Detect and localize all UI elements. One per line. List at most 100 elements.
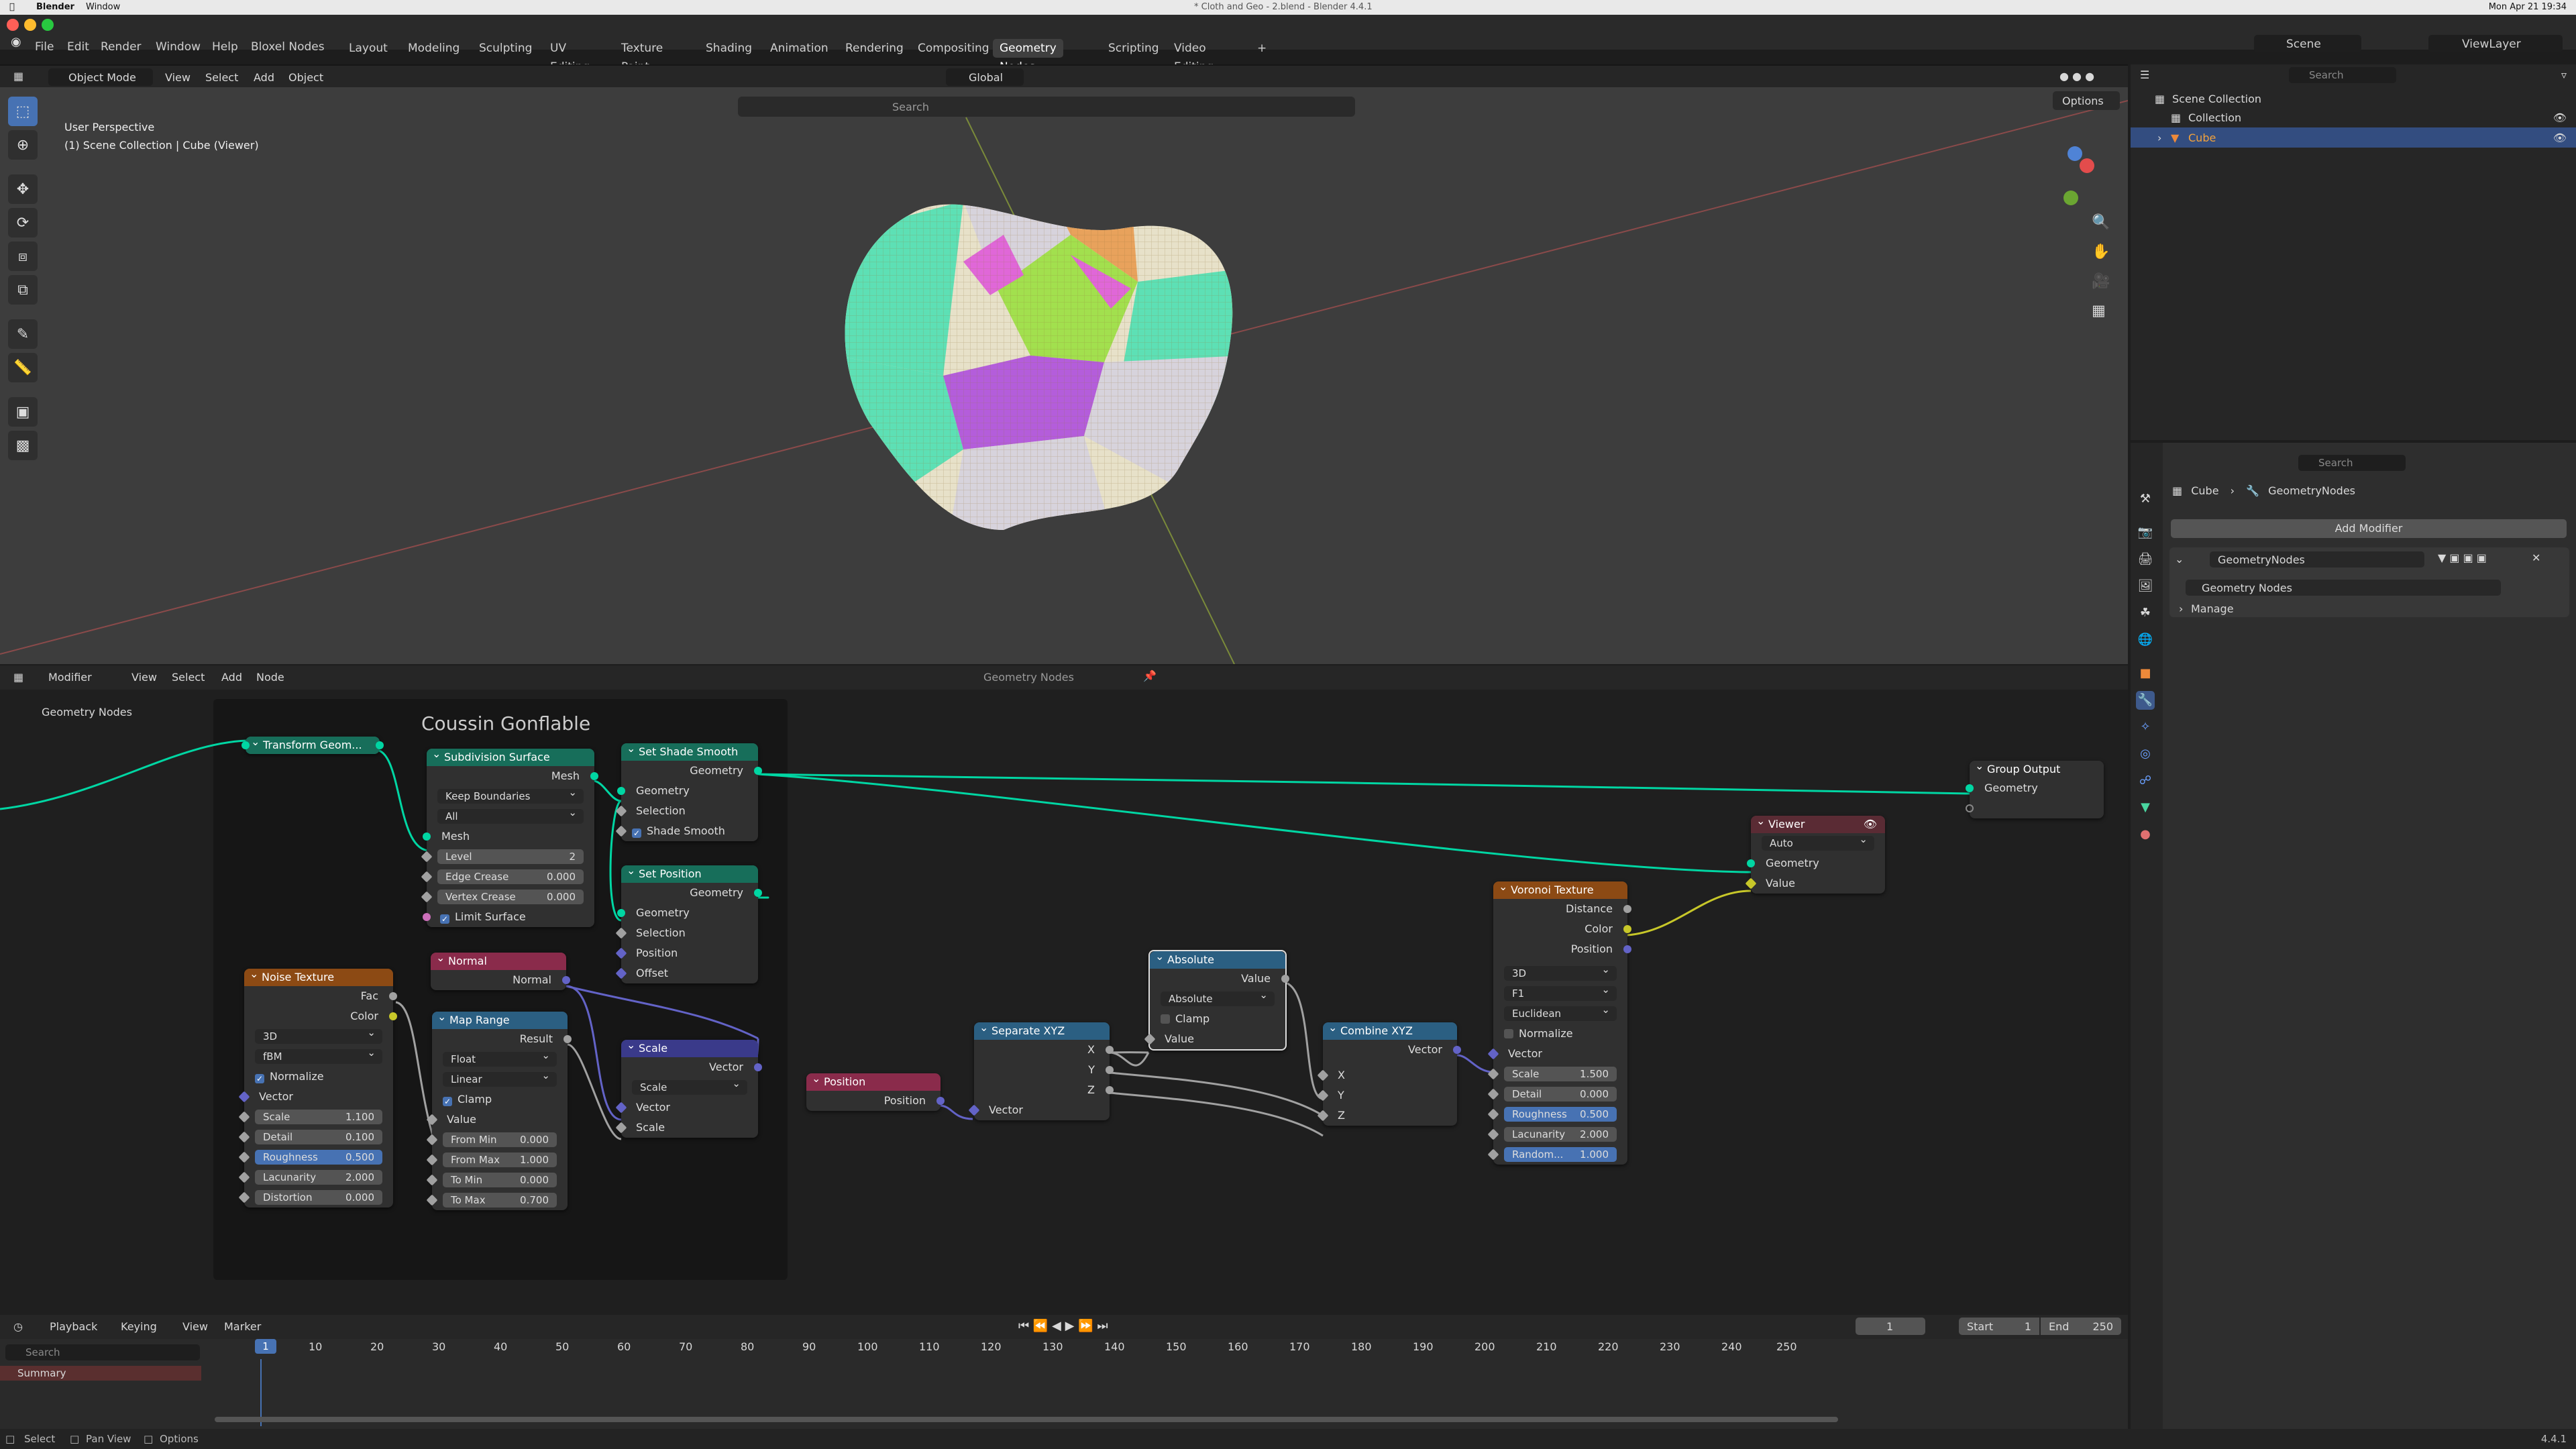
noise-scale-field[interactable]: 1.100	[345, 1110, 374, 1124]
constraints-tab-icon[interactable]: ☍	[2136, 771, 2155, 790]
cursor-tool-icon[interactable]: ⊕	[8, 130, 38, 160]
voronoi-header[interactable]: Voronoi Texture	[1493, 878, 1627, 899]
filter-icon[interactable]: ▿	[2561, 68, 2567, 81]
noise-color-socket[interactable]	[389, 1012, 397, 1020]
node-menu-add[interactable]: Add	[221, 671, 242, 684]
tab-layout[interactable]: Layout	[342, 39, 394, 58]
maprange-from-max-field[interactable]: 1.000	[520, 1152, 549, 1167]
noise-detail-field[interactable]: 0.100	[345, 1130, 374, 1144]
timeline-menu-view[interactable]: View	[182, 1320, 208, 1333]
subdiv-mesh-input-socket[interactable]	[423, 833, 431, 841]
object-mode-dropdown[interactable]: Object Mode	[48, 68, 153, 86]
node-menu-select[interactable]: Select	[172, 671, 205, 684]
group-output-node[interactable]: Group Output Geometry	[1966, 757, 2104, 818]
modifier-name-field[interactable]: GeometryNodes	[2210, 551, 2424, 568]
normal-node[interactable]: Normal Normal	[431, 949, 570, 990]
zoom-window-icon[interactable]	[42, 19, 54, 31]
menu-help[interactable]: Help	[212, 40, 238, 54]
current-frame-field[interactable]: 1	[1856, 1318, 1925, 1335]
voronoi-dimensions-dropdown[interactable]: 3D	[1504, 962, 1617, 981]
modifier-visibility-icons[interactable]: ▼ ▣ ▣ ▣	[2438, 551, 2487, 564]
outliner-row-cube[interactable]: › ▼ Cube 👁	[2131, 127, 2576, 148]
voronoi-metric-dropdown[interactable]: Euclidean	[1504, 1002, 1617, 1021]
measure-tool-icon[interactable]: 📏	[8, 353, 38, 382]
set-shade-smooth-node[interactable]: Set Shade Smooth Geometry Geometry Selec…	[615, 740, 762, 841]
modifier-close-icon[interactable]: ✕	[2532, 551, 2540, 564]
tab-sculpting[interactable]: Sculpting	[472, 39, 539, 58]
absolute-value-output-socket[interactable]	[1281, 975, 1289, 983]
shade-smooth-checkbox[interactable]: ✓ Shade Smooth	[615, 821, 758, 841]
minimize-window-icon[interactable]	[24, 19, 36, 31]
noise-distortion-field[interactable]: 0.000	[345, 1190, 374, 1205]
node-menu-view[interactable]: View	[131, 671, 157, 684]
voronoi-roughness-field[interactable]: 0.500	[1580, 1107, 1609, 1122]
voronoi-lacunarity-field[interactable]: 2.000	[1580, 1127, 1609, 1142]
node-group-selector[interactable]: Geometry Nodes	[2186, 580, 2501, 596]
scale-tool-icon[interactable]: ⧈	[8, 241, 38, 271]
viewport-menu-add[interactable]: Add	[254, 71, 274, 84]
setpos-geometry-input-socket[interactable]	[617, 909, 625, 917]
tab-animation[interactable]: Animation	[763, 39, 835, 58]
voronoi-color-socket[interactable]	[1623, 925, 1631, 933]
add-workspace-button[interactable]: +	[1250, 39, 1273, 58]
particles-tab-icon[interactable]: ✧	[2136, 718, 2155, 737]
expand-chevron-icon[interactable]: ›	[2157, 131, 2161, 144]
tab-uv-editing[interactable]: UV Editing	[543, 39, 596, 74]
noise-type-dropdown[interactable]: fBM	[255, 1045, 382, 1064]
tab-rendering[interactable]: Rendering	[839, 39, 910, 58]
noise-roughness-field[interactable]: 0.500	[345, 1150, 374, 1165]
noise-normalize-checkbox[interactable]: ✓ Normalize	[244, 1067, 393, 1087]
viewer-geometry-socket[interactable]	[1747, 859, 1755, 867]
separate-x-socket[interactable]	[1106, 1046, 1114, 1054]
node-editor-type-icon[interactable]: ▦	[13, 671, 23, 684]
transform-input-socket[interactable]	[241, 741, 250, 749]
physics-tab-icon[interactable]: ◎	[2136, 745, 2155, 763]
separate-header[interactable]: Separate XYZ	[974, 1019, 1110, 1040]
combine-header[interactable]: Combine XYZ	[1323, 1019, 1457, 1040]
end-frame-field[interactable]: End 250	[2041, 1318, 2121, 1335]
timeline-menu-marker[interactable]: Marker	[224, 1320, 261, 1333]
move-tool-icon[interactable]: ✥	[8, 174, 38, 204]
scale-operation-dropdown[interactable]: Scale	[632, 1076, 747, 1095]
voronoi-texture-node[interactable]: Voronoi Texture Distance Color Position …	[1487, 878, 1631, 1165]
position-node[interactable]: Position Position	[806, 1070, 945, 1111]
menu-edit[interactable]: Edit	[67, 40, 89, 54]
subdiv-limit-socket[interactable]	[423, 913, 431, 921]
viewer-domain-dropdown[interactable]: Auto	[1762, 832, 1874, 851]
view-layer-tab-icon[interactable]: 🖼	[2136, 577, 2155, 596]
shade-header[interactable]: Set Shade Smooth	[621, 740, 758, 761]
outliner-row-scene-collection[interactable]: ▦ Scene Collection	[2131, 89, 2576, 109]
node-tree-selector[interactable]: Geometry Nodes	[983, 671, 1074, 684]
voronoi-distance-socket[interactable]	[1623, 905, 1631, 913]
transform-tool-icon[interactable]: ⧉	[8, 275, 38, 305]
separate-y-socket[interactable]	[1106, 1066, 1114, 1074]
material-tab-icon[interactable]: ●	[2136, 825, 2155, 844]
maprange-to-min-field[interactable]: 0.000	[520, 1173, 549, 1187]
tab-texture-paint[interactable]: Texture Paint	[614, 39, 669, 74]
blender-logo-icon[interactable]: ◉	[11, 35, 21, 49]
outliner-row-collection[interactable]: ▦ Collection 👁	[2131, 107, 2576, 127]
timeline-menu-playback[interactable]: Playback	[50, 1320, 97, 1333]
scene-tab-icon[interactable]: ☘	[2136, 604, 2155, 623]
absolute-header[interactable]: Absolute	[1150, 948, 1285, 969]
outliner-search-input[interactable]: Search	[2289, 67, 2396, 83]
manage-chevron-icon[interactable]: ›	[2179, 602, 2183, 615]
viewer-eye-icon[interactable]: 👁	[1864, 816, 1877, 833]
tab-compositing[interactable]: Compositing	[911, 39, 996, 58]
shade-geometry-output-socket[interactable]	[754, 767, 762, 775]
summary-channel[interactable]: Summary	[0, 1366, 201, 1381]
voronoi-normalize-checkbox[interactable]: Normalize	[1493, 1024, 1627, 1044]
output-tab-icon[interactable]: 🖨	[2136, 550, 2155, 569]
scale-header[interactable]: Scale	[621, 1036, 758, 1057]
camera-icon[interactable]: 🎥	[2092, 267, 2110, 297]
absolute-node[interactable]: Absolute Value Absolute Clamp Value	[1144, 948, 1289, 1051]
subdiv-level-field[interactable]: 2	[569, 849, 576, 864]
viewport-shading-icons[interactable]: ● ● ●	[2059, 70, 2094, 83]
app-menu[interactable]: Blender	[36, 2, 74, 12]
select-box-tool-icon[interactable]: ⬚	[8, 97, 38, 126]
cube-mesh[interactable]	[829, 154, 1285, 530]
options-button[interactable]: Options	[2053, 91, 2120, 110]
subdiv-uv-smooth-dropdown[interactable]: Keep Boundaries	[437, 785, 584, 804]
vector-scale-node[interactable]: Scale Vector Scale Vector Scale	[615, 1036, 762, 1138]
subdiv-header[interactable]: Subdivision Surface	[427, 745, 594, 766]
